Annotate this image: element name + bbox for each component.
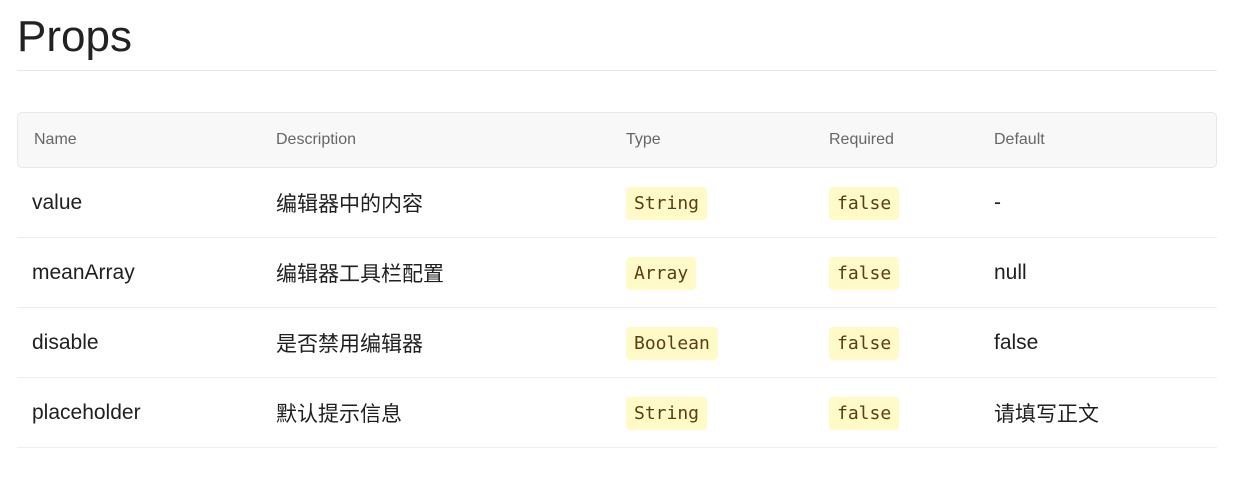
- page-title: Props: [17, 0, 1217, 71]
- prop-required: false: [829, 396, 900, 430]
- prop-required: false: [829, 326, 900, 360]
- prop-name: value: [17, 168, 276, 238]
- header-name: Name: [17, 112, 276, 168]
- prop-type: String: [626, 396, 708, 430]
- props-section: Props Name Description Type Required Def…: [17, 0, 1217, 448]
- header-default: Default: [994, 112, 1217, 168]
- table-row: meanArray 编辑器工具栏配置 Array false null: [17, 238, 1217, 308]
- table-header: Name Description Type Required Default: [17, 112, 1217, 168]
- prop-type: String: [626, 186, 708, 220]
- prop-description: 默认提示信息: [276, 378, 626, 448]
- props-table: Name Description Type Required Default v…: [17, 112, 1217, 448]
- prop-default: false: [994, 308, 1217, 378]
- prop-required: false: [829, 186, 900, 220]
- prop-name: placeholder: [17, 378, 276, 448]
- prop-type: Boolean: [626, 326, 718, 360]
- table-row: placeholder 默认提示信息 String false 请填写正文: [17, 378, 1217, 448]
- prop-description: 编辑器工具栏配置: [276, 238, 626, 308]
- prop-required: false: [829, 256, 900, 290]
- header-type: Type: [626, 112, 829, 168]
- prop-default: -: [994, 168, 1217, 238]
- prop-description: 是否禁用编辑器: [276, 308, 626, 378]
- prop-description: 编辑器中的内容: [276, 168, 626, 238]
- header-required: Required: [829, 112, 994, 168]
- prop-default: 请填写正文: [994, 378, 1217, 448]
- prop-type: Array: [626, 256, 697, 290]
- header-description: Description: [276, 112, 626, 168]
- prop-name: meanArray: [17, 238, 276, 308]
- prop-default: null: [994, 238, 1217, 308]
- table-row: value 编辑器中的内容 String false -: [17, 168, 1217, 238]
- table-row: disable 是否禁用编辑器 Boolean false false: [17, 308, 1217, 378]
- prop-name: disable: [17, 308, 276, 378]
